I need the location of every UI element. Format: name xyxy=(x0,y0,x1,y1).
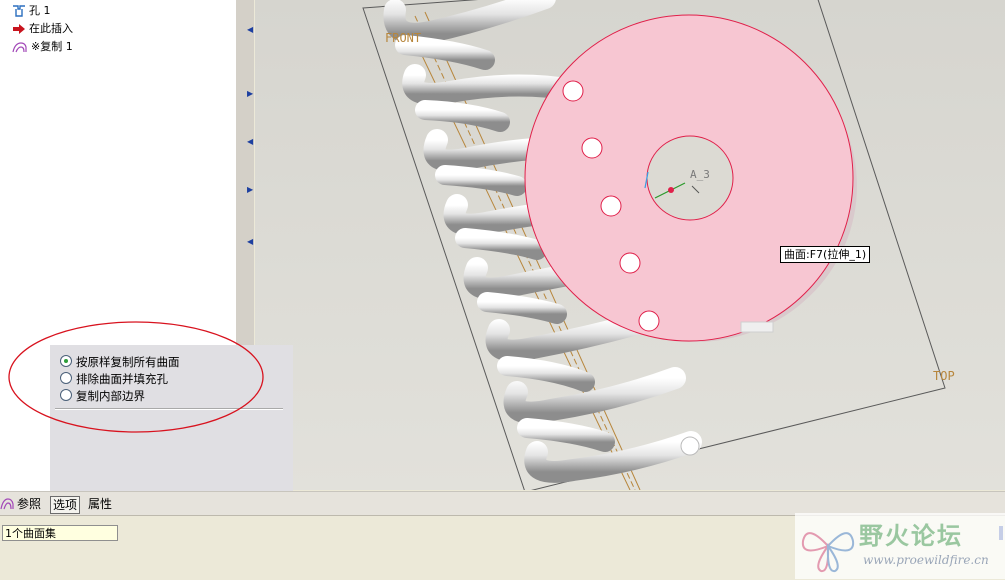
tab-references[interactable]: 参照 xyxy=(17,496,41,512)
model-tree: 孔 1 在此插入 ※复制 1 xyxy=(0,0,237,345)
copy-surface-icon xyxy=(0,498,14,510)
axis-a3-point[interactable] xyxy=(668,187,674,193)
hidden-label-box xyxy=(740,321,774,333)
forum-logo-icon xyxy=(801,532,855,573)
annotation-ellipse xyxy=(8,321,264,433)
surface-tooltip: 曲面:F7(拉伸_1) xyxy=(780,246,871,263)
tab-properties[interactable]: 属性 xyxy=(88,496,112,512)
copy-surface-icon xyxy=(12,42,27,53)
tree-item-insert-here[interactable]: 在此插入 xyxy=(12,21,73,37)
tab-options[interactable]: 选项 xyxy=(50,496,81,514)
forum-watermark: 野火论坛 www.proewildfire.cn xyxy=(795,513,1005,579)
watermark-url: www.proewildfire.cn xyxy=(863,553,989,567)
datum-label-top: TOP xyxy=(933,369,955,383)
coil-tail-end xyxy=(680,436,700,456)
datum-label-front: FRONT xyxy=(385,31,421,45)
hole-feature-icon xyxy=(13,5,25,17)
tree-item-copy-1[interactable]: ※复制 1 xyxy=(12,39,73,55)
axis-label-a3: A_3 xyxy=(690,168,710,181)
model-view[interactable]: FRONT TOP A_3 xyxy=(255,0,1005,490)
tree-item-label: 孔 1 xyxy=(29,4,51,17)
selection-field[interactable]: 1个曲面集 xyxy=(2,525,118,541)
tree-item-label: ※复制 1 xyxy=(31,40,73,53)
tree-item-label: 在此插入 xyxy=(29,22,73,35)
tree-item-hole-1[interactable]: 孔 1 xyxy=(12,3,51,19)
watermark-title: 野火论坛 xyxy=(859,522,963,550)
panel-splitter[interactable]: ◀ ▶ ◀ ▶ ◀ xyxy=(247,0,255,300)
graphics-viewport[interactable]: FRONT TOP A_3 曲面:F7(拉伸_1) xyxy=(255,0,1005,490)
insert-here-arrow-icon xyxy=(13,24,25,34)
